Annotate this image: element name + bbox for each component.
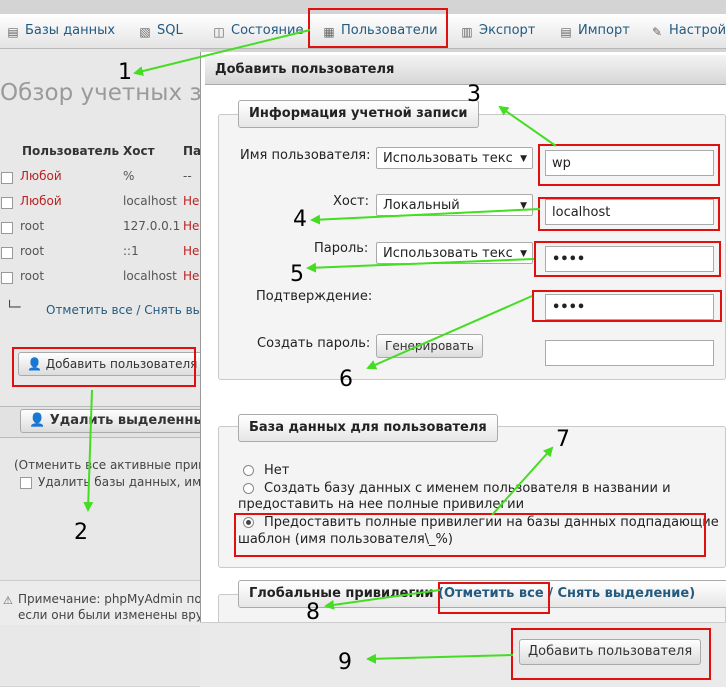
arrow-5: [306, 258, 535, 273]
arrow-7: [491, 446, 554, 516]
step-number-2: 2: [74, 520, 88, 545]
step-number-7: 7: [556, 427, 570, 452]
arrow-3: [498, 105, 557, 147]
step-number-4: 4: [293, 207, 307, 232]
step-number-1: 1: [118, 60, 132, 85]
arrow-4: [310, 208, 541, 225]
arrow-9: [366, 653, 514, 664]
arrow-1: [133, 29, 311, 76]
step-number-5: 5: [290, 262, 304, 287]
step-number-3: 3: [467, 82, 481, 107]
arrow-6: [366, 295, 533, 370]
step-number-8: 8: [306, 600, 320, 625]
step-number-6: 6: [339, 367, 353, 392]
arrow-8: [324, 589, 441, 610]
arrow-2: [83, 389, 94, 512]
annotation-arrows: [83, 29, 557, 664]
step-number-9: 9: [338, 650, 352, 675]
